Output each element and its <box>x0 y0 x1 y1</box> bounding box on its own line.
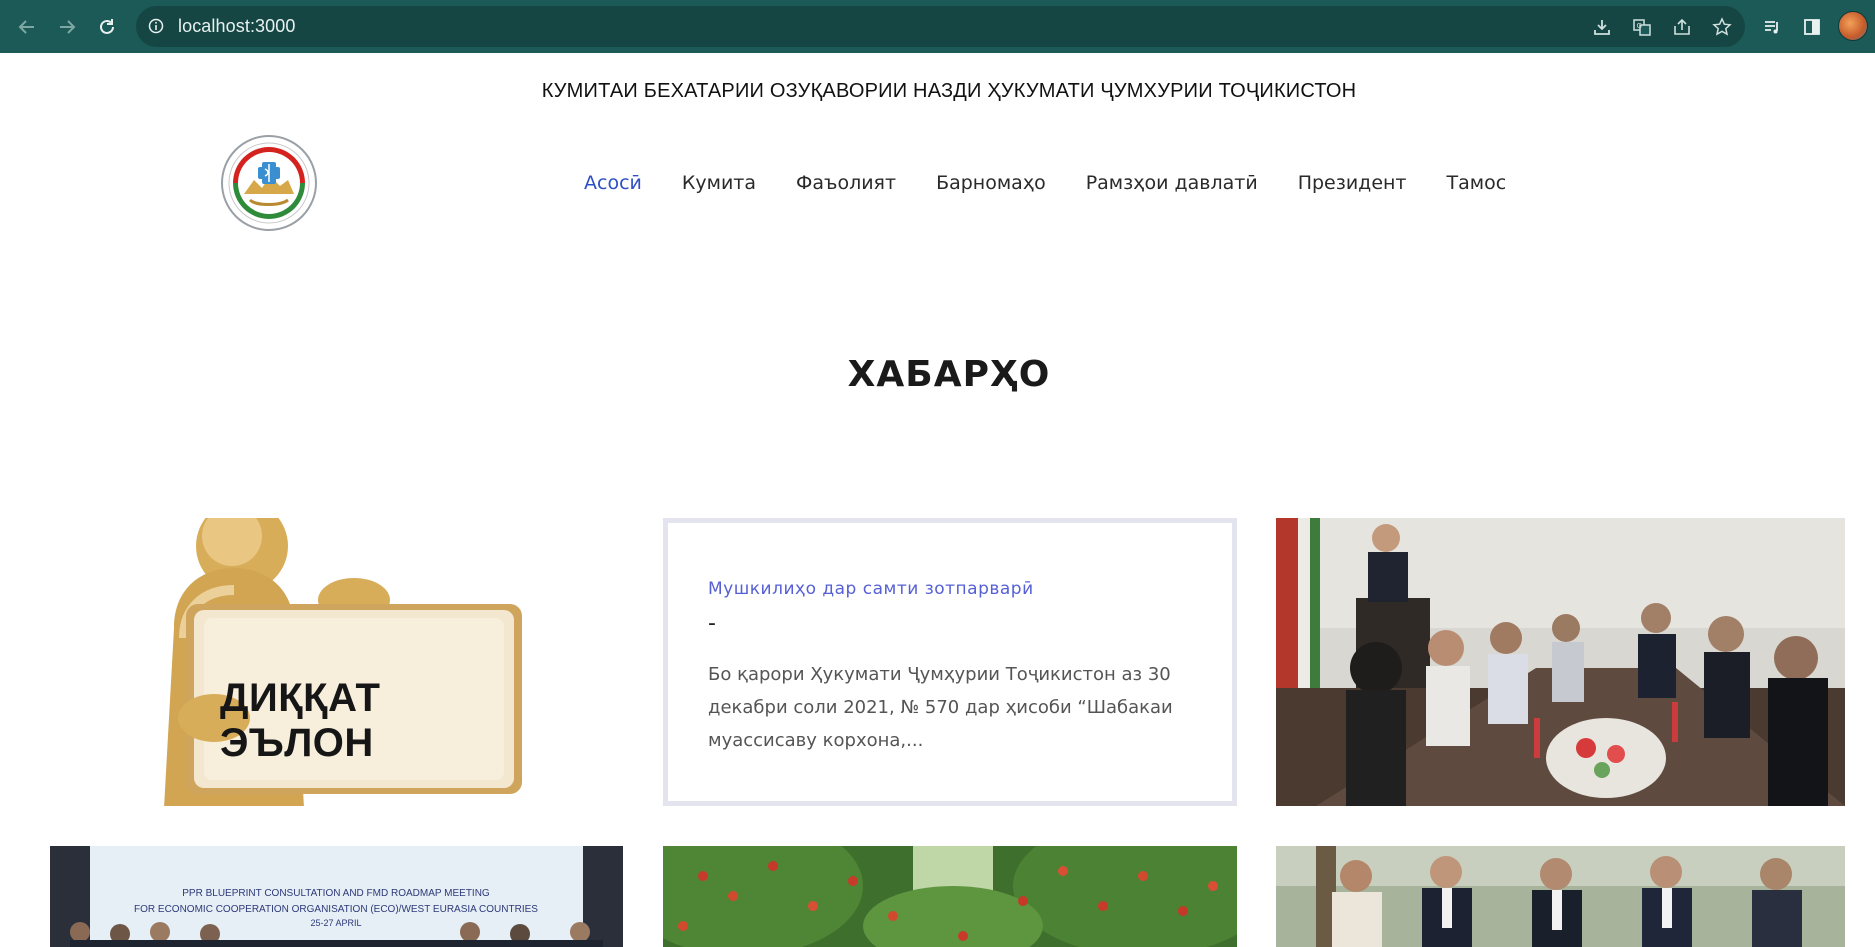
back-icon[interactable] <box>14 14 40 40</box>
news-card-announcement[interactable]: ДИҚҚАТ ЭЪЛОН <box>144 518 536 806</box>
meeting-photo <box>1276 518 1845 806</box>
reload-icon[interactable] <box>94 14 120 40</box>
news-card-featured[interactable]: Мушкилиҳо дар самти зотпарварӣ - Бо қаро… <box>663 518 1237 806</box>
install-icon[interactable] <box>1590 15 1614 39</box>
forward-icon[interactable] <box>54 14 80 40</box>
site-logo[interactable] <box>220 134 318 232</box>
address-bar[interactable] <box>136 6 1745 47</box>
side-panel-icon[interactable] <box>1800 15 1824 39</box>
nav-item-committee[interactable]: Кумита <box>682 172 756 194</box>
news-card-orchard-photo[interactable] <box>663 846 1237 947</box>
site-info-icon[interactable] <box>148 18 164 34</box>
news-separator: - <box>708 611 716 636</box>
news-heading: ХАБАРҲО <box>847 354 1051 395</box>
banner-line-2: FOR ECONOMIC COOPERATION ORGANISATION (E… <box>134 904 538 915</box>
bookmark-star-icon[interactable] <box>1710 15 1734 39</box>
svg-text:G: G <box>1637 22 1642 30</box>
browser-toolbar: localhost:3000 G <box>0 0 1875 53</box>
announcement-image-text: ДИҚҚАТ ЭЪЛОН <box>220 676 381 765</box>
news-excerpt: Бо қарори Ҳукумати Ҷумҳурии Тоҷикистон а… <box>708 664 1173 751</box>
main-navigation: Асосӣ Кумита Фаъолият Барномаҳо Рамзҳои … <box>584 172 1546 194</box>
media-queue-icon[interactable] <box>1760 15 1784 39</box>
officials-photo <box>1276 846 1845 947</box>
news-title[interactable]: Мушкилиҳо дар самти зотпарварӣ <box>708 579 1034 599</box>
banner-line-1: PPR BLUEPRINT CONSULTATION AND FMD ROADM… <box>182 888 490 899</box>
site-title: КУМИТАИ БЕХАТАРИИ ОЗУҚАВОРИИ НАЗДИ ҲУКУМ… <box>541 80 1357 102</box>
news-card-conference-photo[interactable]: PPR BLUEPRINT CONSULTATION AND FMD ROADM… <box>50 846 623 947</box>
share-icon[interactable] <box>1670 15 1694 39</box>
nav-item-home[interactable]: Асосӣ <box>584 172 642 194</box>
nav-item-contact[interactable]: Тамос <box>1447 172 1507 194</box>
nav-item-state-symbols[interactable]: Рамзҳои давлатӣ <box>1086 172 1258 194</box>
profile-avatar[interactable] <box>1838 11 1868 41</box>
url-text[interactable]: localhost:3000 <box>178 16 296 37</box>
nav-item-president[interactable]: Президент <box>1298 172 1407 194</box>
conference-photo: PPR BLUEPRINT CONSULTATION AND FMD ROADM… <box>50 846 623 947</box>
nav-item-activities[interactable]: Фаъолият <box>796 172 896 194</box>
nav-item-programs[interactable]: Барномаҳо <box>936 172 1046 194</box>
translate-icon[interactable]: G <box>1630 15 1654 39</box>
news-card-officials-photo[interactable] <box>1276 846 1845 947</box>
banner-line-3: 25-27 APRIL <box>310 918 361 928</box>
news-card-meeting-photo[interactable] <box>1276 518 1845 806</box>
orchard-photo <box>663 846 1237 947</box>
